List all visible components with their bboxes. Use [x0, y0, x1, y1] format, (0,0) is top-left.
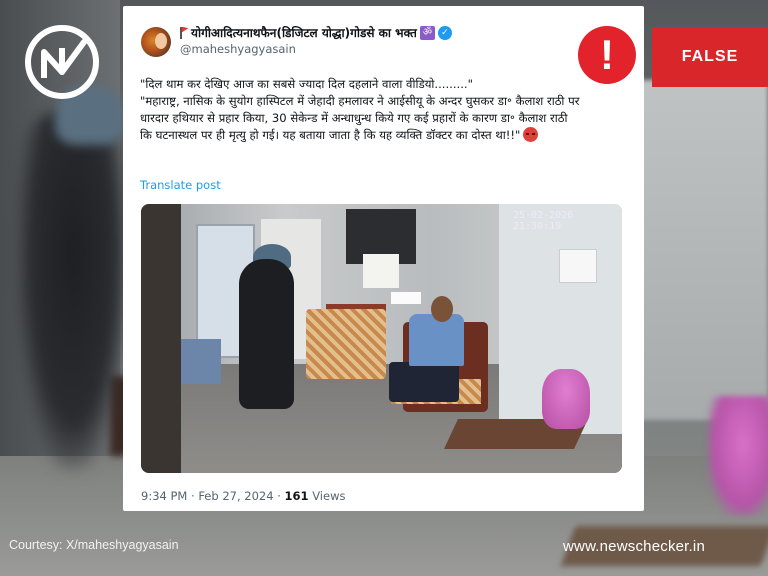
display-name[interactable]: योगीआदित्यनाथफैन(डिजिटल योद्धा)गोडसे का … — [180, 24, 452, 41]
exclamation-alert-icon: ! — [578, 26, 636, 84]
views-label: Views — [312, 489, 346, 503]
post-meta: 9:34 PM · Feb 27, 2024 · 161 Views — [141, 489, 346, 503]
tweet-line-1: "दिल थाम कर देखिए आज का सबसे ज्यादा दिल … — [140, 77, 473, 91]
verified-icon: ✓ — [437, 25, 452, 40]
post-time[interactable]: 9:34 PM — [141, 489, 187, 503]
translate-post-link[interactable]: Translate post — [140, 178, 221, 192]
video-bed — [181, 339, 221, 384]
tweet-text: "दिल थाम कर देखिए आज का सबसे ज्यादा दिल … — [140, 76, 580, 144]
om-icon: ॐ — [419, 25, 435, 40]
video-pink-stool — [542, 369, 590, 429]
angry-face-icon — [523, 127, 539, 142]
video-poster — [559, 249, 597, 283]
background-right-wall — [638, 80, 768, 420]
tweet-card: योगीआदित्यनाथफैन(डिजिटल योद्धा)गोडसे का … — [123, 6, 644, 511]
video-left-edge — [141, 204, 181, 473]
video-player[interactable]: 25-02-2026 21:30:19 — [141, 204, 622, 473]
video-sofa — [306, 309, 386, 379]
video-paper-notice — [363, 254, 399, 288]
avatar[interactable] — [141, 27, 171, 57]
newschecker-logo-icon — [25, 25, 99, 99]
video-timestamp: 25-02-2026 21:30:19 — [513, 210, 574, 232]
tweet-line-2-text: "महाराष्ट्र, नासिक के सुयोग हास्पिटल में… — [140, 94, 580, 142]
video-seated-man-head — [431, 296, 453, 322]
false-verdict-badge: FALSE — [652, 27, 768, 87]
courtesy-credit: Courtesy: X/maheshyagyasain — [9, 538, 179, 552]
video-seated-man-legs — [389, 362, 459, 402]
video-seated-man — [409, 314, 464, 366]
background-pink-stool — [708, 396, 768, 516]
views-count: 161 — [284, 489, 309, 503]
video-label-tag — [391, 292, 421, 304]
post-date[interactable]: Feb 27, 2024 — [198, 489, 273, 503]
display-name-text: योगीआदित्यनाथफैन(डिजिटल योद्धा)गोडसे का … — [191, 26, 417, 40]
tweet-line-2: "महाराष्ट्र, नासिक के सुयोग हास्पिटल में… — [140, 93, 580, 144]
user-handle[interactable]: @maheshyagyasain — [180, 42, 296, 56]
site-url: www.newschecker.in — [563, 538, 705, 555]
background-figure — [18, 110, 128, 470]
flag-icon — [180, 26, 188, 39]
video-attacker — [239, 259, 294, 409]
